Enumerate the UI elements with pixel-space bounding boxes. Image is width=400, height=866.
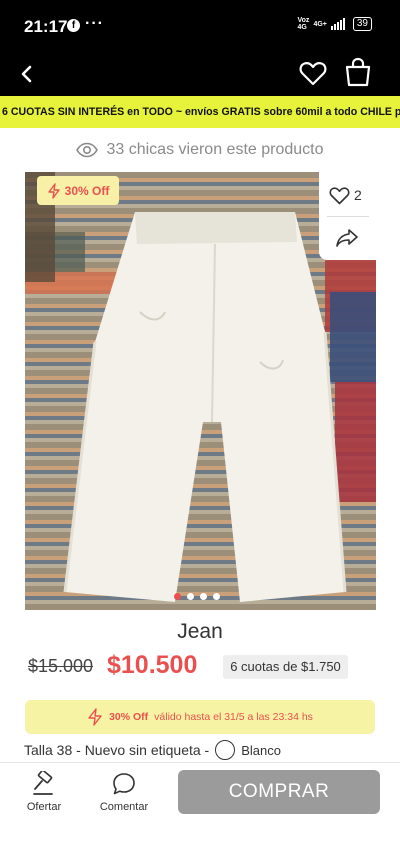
shopping-bag-icon <box>345 57 371 87</box>
favorite-button[interactable] <box>298 58 328 88</box>
chevron-left-icon <box>21 65 32 83</box>
viewers-info: 33 chicas vieron este producto <box>0 137 400 163</box>
heart-outline-icon <box>329 186 350 204</box>
discount-badge-text: 30% Off <box>64 183 110 198</box>
offer-button[interactable]: Ofertar <box>22 771 66 813</box>
like-count: 2 <box>354 187 362 203</box>
viewers-text: 33 chicas vieron este producto <box>106 141 324 158</box>
offer-percent: 30% Off <box>109 711 149 723</box>
bottom-action-bar: Ofertar Comentar COMPRAR <box>0 762 400 866</box>
share-button[interactable] <box>335 227 359 249</box>
installments-badge: 6 cuotas de $1.750 <box>223 655 348 679</box>
app-header <box>0 52 400 96</box>
more-notifications-icon: ··· <box>85 15 104 32</box>
facebook-icon: f <box>67 19 80 32</box>
lte-label: 4G+ <box>313 21 326 28</box>
promo-text: 6 CUOTAS SIN INTERÉS en TODO ~ envíos GR… <box>2 106 400 118</box>
battery-icon: 39 <box>352 17 372 31</box>
status-time: 21:17 <box>24 17 68 36</box>
speech-bubble-icon <box>113 773 135 795</box>
lightning-icon <box>47 182 60 199</box>
gavel-icon <box>33 771 53 795</box>
carousel-dots <box>174 593 220 600</box>
offer-label: Ofertar <box>26 801 62 813</box>
eye-icon <box>76 142 99 158</box>
old-price: $15.000 <box>28 656 94 676</box>
heart-icon <box>299 62 327 86</box>
volte-label: Voz <box>297 17 310 24</box>
lightning-icon <box>88 708 102 726</box>
cart-button[interactable] <box>344 56 372 88</box>
like-button[interactable]: 2 <box>329 182 369 208</box>
current-price: $10.500 <box>107 651 198 679</box>
color-swatch <box>215 740 236 760</box>
share-arrow-icon <box>336 229 358 247</box>
discount-badge: 30% Off <box>37 176 119 205</box>
carousel-dot[interactable] <box>200 593 207 600</box>
status-bar: 21:17 f ··· Voz 4G 4G+ 39 <box>0 0 400 52</box>
comment-button[interactable]: Comentar <box>96 771 152 813</box>
divider <box>327 216 369 217</box>
offer-validity-text: válido hasta el 31/5 a las 23:34 hs <box>154 711 313 723</box>
back-button[interactable] <box>14 60 42 88</box>
image-side-actions: 2 <box>319 172 376 260</box>
size-condition-text: Talla 38 - Nuevo sin etiqueta - <box>24 742 210 758</box>
product-details: Talla 38 - Nuevo sin etiqueta - Blanco <box>24 740 281 760</box>
status-indicators: Voz 4G 4G+ 39 <box>298 17 372 31</box>
color-name: Blanco <box>241 742 281 758</box>
carousel-dot[interactable] <box>213 593 220 600</box>
offer-validity-bar: 30% Off válido hasta el 31/5 a las 23:34… <box>25 700 375 734</box>
network-label: Voz 4G <box>298 17 310 31</box>
lte-text: 4G+ <box>313 20 327 28</box>
comment-label: Comentar <box>99 801 149 813</box>
network-type-label: 4G <box>297 24 307 31</box>
carousel-dot[interactable] <box>174 593 181 600</box>
signal-icon <box>330 18 345 30</box>
carousel-dot[interactable] <box>187 593 194 600</box>
product-title: Jean <box>177 620 223 643</box>
buy-button[interactable]: COMPRAR <box>178 770 380 814</box>
promo-banner[interactable]: 6 CUOTAS SIN INTERÉS en TODO ~ envíos GR… <box>0 96 400 128</box>
